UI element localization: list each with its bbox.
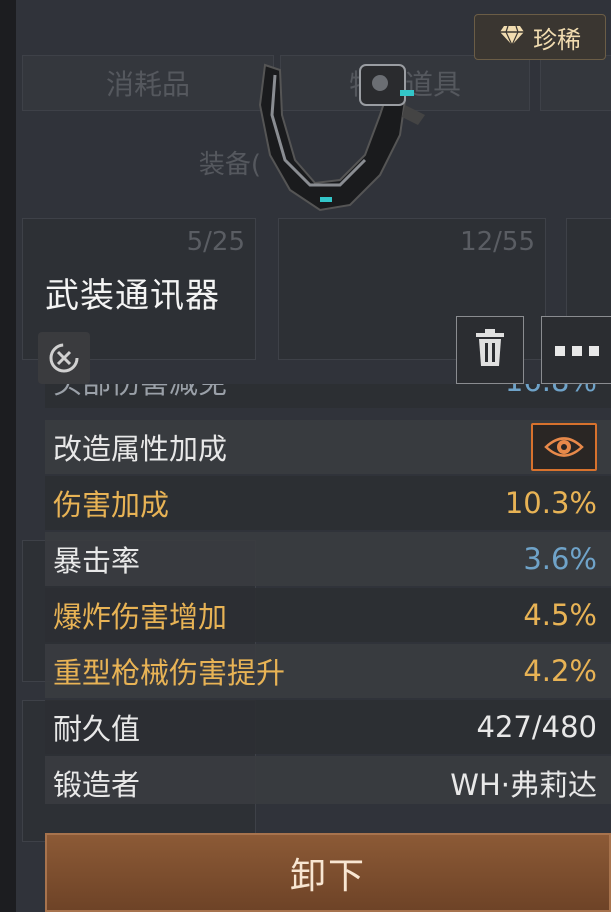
stat-row-mod-bonus: 改造属性加成 xyxy=(45,420,611,474)
stats-panel[interactable]: 头部伤害减免 16.8% 改造属性加成 伤害加成 10.3% 暴击率 3.6% … xyxy=(45,384,611,804)
item-title: 武装通讯器 xyxy=(45,276,220,316)
stat-row-durability: 耐久值 427/480 xyxy=(45,700,611,754)
stat-row-damage-bonus: 伤害加成 10.3% xyxy=(45,476,611,530)
more-options-button[interactable] xyxy=(541,316,611,384)
stat-row-partial: 头部伤害减免 16.8% xyxy=(45,384,611,408)
delete-button[interactable] xyxy=(456,316,524,384)
left-edge-strip xyxy=(0,0,16,912)
stat-row-explosion-damage: 爆炸伤害增加 4.5% xyxy=(45,588,611,642)
more-dots-icon xyxy=(555,341,599,360)
eye-icon[interactable] xyxy=(531,423,597,471)
stat-row-heavy-weapon-damage: 重型枪械伤害提升 4.2% xyxy=(45,644,611,698)
unequip-button[interactable]: 卸下 xyxy=(45,833,611,912)
diamond-icon xyxy=(499,24,525,50)
stat-row-crafter: 锻造者 WH·弗莉达 xyxy=(45,756,611,804)
rarity-badge: 珍稀 xyxy=(474,14,606,60)
tab-consumables: 消耗品 xyxy=(22,55,274,111)
trash-icon xyxy=(472,328,508,372)
tab-extra xyxy=(540,55,611,111)
stat-row-crit-rate: 暴击率 3.6% xyxy=(45,532,611,586)
communicator-device-image xyxy=(240,45,440,220)
lock-toggle-icon[interactable] xyxy=(38,332,90,384)
